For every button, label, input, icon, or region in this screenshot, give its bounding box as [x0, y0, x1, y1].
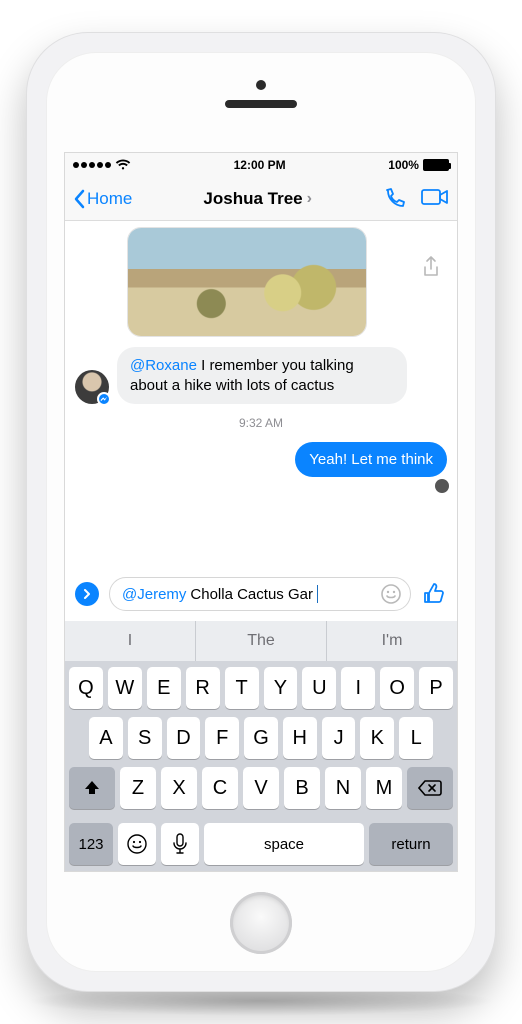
- outgoing-message: Yeah! Let me think: [75, 442, 447, 477]
- phone-icon: [383, 187, 407, 211]
- emoji-picker-button[interactable]: [380, 583, 402, 605]
- numbers-key[interactable]: 123: [69, 823, 113, 865]
- dictation-key[interactable]: [161, 823, 199, 865]
- like-button[interactable]: [421, 581, 447, 607]
- battery-icon: [423, 159, 449, 171]
- key-r[interactable]: R: [186, 667, 220, 709]
- conversation-title[interactable]: Joshua Tree ›: [132, 189, 383, 209]
- back-button[interactable]: Home: [73, 189, 132, 209]
- key-t[interactable]: T: [225, 667, 259, 709]
- shift-key[interactable]: [69, 767, 115, 809]
- key-p[interactable]: P: [419, 667, 453, 709]
- camera-dot: [256, 80, 266, 90]
- screen: 12:00 PM 100% Home Joshua Tree ›: [64, 152, 458, 872]
- messenger-badge-icon: [97, 392, 111, 406]
- key-w[interactable]: W: [108, 667, 142, 709]
- composer-mention[interactable]: @Jeremy: [122, 586, 186, 603]
- key-l[interactable]: L: [399, 717, 433, 759]
- outgoing-bubble[interactable]: Yeah! Let me think: [295, 442, 447, 477]
- mention-link[interactable]: @Roxane: [130, 357, 197, 374]
- composer-text: Cholla Cactus Gar: [190, 586, 313, 603]
- backspace-icon: [418, 779, 442, 797]
- key-z[interactable]: Z: [120, 767, 156, 809]
- key-x[interactable]: X: [161, 767, 197, 809]
- key-o[interactable]: O: [380, 667, 414, 709]
- seen-indicator-avatar: [435, 479, 449, 493]
- status-bar: 12:00 PM 100%: [65, 153, 457, 177]
- key-c[interactable]: C: [202, 767, 238, 809]
- smiley-icon: [126, 833, 148, 855]
- key-h[interactable]: H: [283, 717, 317, 759]
- iphone-frame: 12:00 PM 100% Home Joshua Tree ›: [26, 32, 496, 992]
- key-m[interactable]: M: [366, 767, 402, 809]
- key-u[interactable]: U: [302, 667, 336, 709]
- phone-inner: 12:00 PM 100% Home Joshua Tree ›: [46, 52, 476, 972]
- keyboard-row-4: 123 space return: [65, 823, 457, 871]
- suggestion-3[interactable]: I'm: [326, 621, 457, 661]
- share-button[interactable]: [421, 255, 441, 279]
- wifi-icon: [115, 159, 131, 171]
- emoji-keyboard-key[interactable]: [118, 823, 156, 865]
- key-s[interactable]: S: [128, 717, 162, 759]
- keyboard-row-3: Z X C V B N M: [69, 767, 453, 809]
- shift-icon: [82, 778, 102, 798]
- key-v[interactable]: V: [243, 767, 279, 809]
- keyboard-row-1: Q W E R T Y U I O P: [69, 667, 453, 709]
- key-j[interactable]: J: [322, 717, 356, 759]
- key-k[interactable]: K: [360, 717, 394, 759]
- nav-bar: Home Joshua Tree ›: [65, 177, 457, 221]
- smiley-icon: [380, 583, 402, 605]
- chevron-right-icon: ›: [307, 190, 312, 208]
- chevron-right-icon: [82, 589, 92, 599]
- chevron-left-icon: [73, 189, 85, 209]
- keyboard-row-2: A S D F G H J K L: [69, 717, 453, 759]
- timestamp: 9:32 AM: [75, 416, 447, 430]
- text-caret: [317, 585, 318, 603]
- speaker-slot: [225, 100, 297, 108]
- status-time: 12:00 PM: [234, 158, 286, 172]
- message-input[interactable]: @Jeremy Cholla Cactus Gar: [109, 577, 411, 611]
- microphone-icon: [172, 833, 188, 855]
- back-label: Home: [87, 189, 132, 209]
- video-call-button[interactable]: [421, 187, 449, 211]
- key-i[interactable]: I: [341, 667, 375, 709]
- key-g[interactable]: G: [244, 717, 278, 759]
- suggestion-2[interactable]: The: [195, 621, 326, 661]
- space-key[interactable]: space: [204, 823, 364, 865]
- suggestion-bar: I The I'm: [65, 621, 457, 661]
- suggestion-1[interactable]: I: [65, 621, 195, 661]
- key-e[interactable]: E: [147, 667, 181, 709]
- composer-bar: @Jeremy Cholla Cactus Gar: [65, 569, 457, 621]
- key-b[interactable]: B: [284, 767, 320, 809]
- voice-call-button[interactable]: [383, 187, 407, 211]
- key-n[interactable]: N: [325, 767, 361, 809]
- key-f[interactable]: F: [205, 717, 239, 759]
- more-actions-button[interactable]: [75, 582, 99, 606]
- thumbs-up-icon: [421, 581, 447, 607]
- sender-avatar[interactable]: [75, 370, 109, 404]
- key-q[interactable]: Q: [69, 667, 103, 709]
- return-key[interactable]: return: [369, 823, 453, 865]
- keyboard: I The I'm Q W E R T Y U I O P: [65, 621, 457, 871]
- key-d[interactable]: D: [167, 717, 201, 759]
- title-text: Joshua Tree: [203, 189, 302, 209]
- incoming-bubble[interactable]: @Roxane I remember you talking about a h…: [117, 347, 407, 404]
- signal-strength-icon: [73, 162, 111, 168]
- location-card[interactable]: [127, 227, 367, 337]
- key-a[interactable]: A: [89, 717, 123, 759]
- video-icon: [421, 187, 449, 207]
- incoming-message: @Roxane I remember you talking about a h…: [75, 347, 447, 404]
- key-y[interactable]: Y: [264, 667, 298, 709]
- battery-percent: 100%: [388, 158, 419, 172]
- share-icon: [421, 255, 441, 279]
- backspace-key[interactable]: [407, 767, 453, 809]
- home-button[interactable]: [230, 892, 292, 954]
- conversation-area[interactable]: @Roxane I remember you talking about a h…: [65, 221, 457, 569]
- location-image: [128, 228, 366, 336]
